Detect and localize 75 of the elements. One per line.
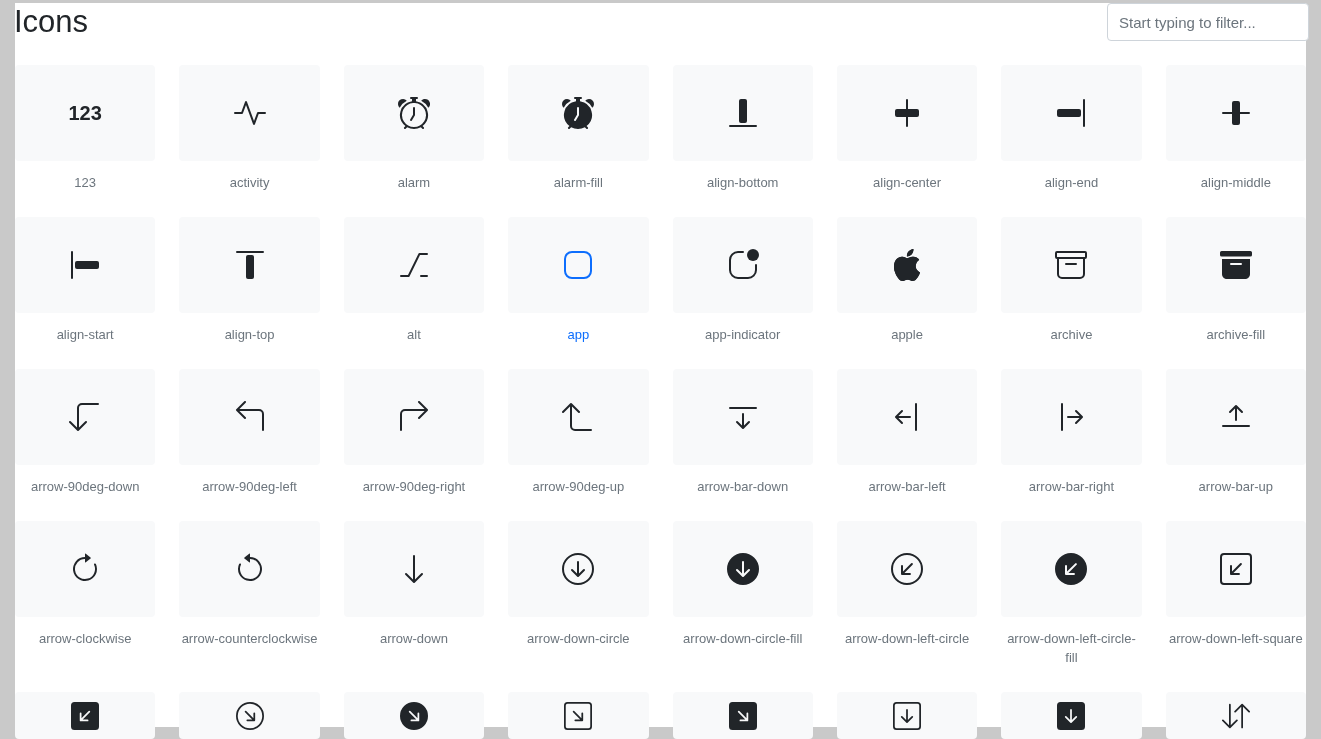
- icon-tile[interactable]: [836, 521, 978, 617]
- icon-label[interactable]: arrow-down: [379, 629, 448, 648]
- icon-tile[interactable]: [672, 217, 813, 313]
- icon-label[interactable]: archive-fill: [1206, 325, 1266, 344]
- icon-label[interactable]: arrow-down-circle-fill: [683, 629, 803, 648]
- icon-label[interactable]: activity: [229, 173, 270, 192]
- icon-tile[interactable]: [836, 65, 978, 161]
- icon-tile[interactable]: [15, 217, 156, 313]
- icon-tile[interactable]: [179, 521, 320, 617]
- icon-label[interactable]: align-end: [1044, 173, 1099, 192]
- icon-tile[interactable]: [343, 65, 485, 161]
- icon-label[interactable]: arrow-down-left-circle-fill: [1001, 629, 1142, 667]
- icon-tile[interactable]: [836, 692, 978, 739]
- icon-tile[interactable]: [1001, 692, 1142, 739]
- icon-tile[interactable]: [1001, 369, 1142, 465]
- icon-tile[interactable]: [508, 65, 649, 161]
- icon-tile[interactable]: [179, 217, 320, 313]
- icon-tile[interactable]: [1001, 65, 1142, 161]
- icon-tile[interactable]: [1165, 369, 1306, 465]
- icon-label[interactable]: arrow-bar-up: [1198, 477, 1273, 496]
- icon-label[interactable]: app: [567, 325, 590, 344]
- icon-label[interactable]: align-middle: [1200, 173, 1271, 192]
- icon-label[interactable]: align-bottom: [706, 173, 779, 192]
- icon-label[interactable]: align-top: [224, 325, 275, 344]
- icon-tile[interactable]: [15, 369, 156, 465]
- icon-label[interactable]: apple: [891, 325, 923, 344]
- icon-label[interactable]: arrow-90deg-up: [532, 477, 625, 496]
- icon-tile[interactable]: [179, 65, 320, 161]
- icon-tile[interactable]: [1001, 521, 1142, 617]
- icon-tile[interactable]: [1001, 217, 1142, 313]
- icon-tile[interactable]: [508, 369, 649, 465]
- icon-tile[interactable]: [343, 369, 485, 465]
- filter-field[interactable]: Start typing to filter...: [1107, 3, 1309, 41]
- icon-tile[interactable]: [672, 521, 813, 617]
- icon-label[interactable]: arrow-90deg-right: [362, 477, 466, 496]
- icon-label[interactable]: alarm: [397, 173, 431, 192]
- icon-tile[interactable]: [1165, 692, 1306, 739]
- icon-label[interactable]: alt: [407, 325, 421, 344]
- icon-tile[interactable]: [343, 692, 485, 739]
- icon-tile[interactable]: [15, 692, 156, 739]
- page-title: Icons: [14, 3, 89, 41]
- icon-tile[interactable]: [179, 369, 320, 465]
- icon-tile[interactable]: [1165, 521, 1306, 617]
- icon-tile[interactable]: [508, 692, 649, 739]
- icon-tile[interactable]: [836, 369, 978, 465]
- icon-label[interactable]: arrow-bar-right: [1028, 477, 1115, 496]
- icon-label[interactable]: arrow-90deg-down: [31, 477, 140, 496]
- icon-tile[interactable]: [672, 65, 813, 161]
- icon-tile[interactable]: [672, 369, 813, 465]
- icon-glyph: 123: [68, 103, 102, 123]
- icon-label[interactable]: arrow-counterclockwise: [181, 629, 318, 648]
- icon-label[interactable]: app-indicator: [705, 325, 781, 344]
- icon-tile[interactable]: [343, 217, 485, 313]
- icon-tile[interactable]: [836, 217, 978, 313]
- icon-tile[interactable]: [15, 521, 156, 617]
- icon-label[interactable]: arrow-down-circle: [527, 629, 630, 648]
- icon-label[interactable]: 123: [74, 173, 97, 192]
- icon-label[interactable]: archive: [1050, 325, 1093, 344]
- icon-tile[interactable]: 123: [15, 65, 156, 161]
- icon-label[interactable]: arrow-bar-left: [868, 477, 946, 496]
- icon-label[interactable]: arrow-down-left-circle: [844, 629, 970, 648]
- icon-label[interactable]: arrow-bar-down: [697, 477, 789, 496]
- icon-tile[interactable]: [1165, 65, 1306, 161]
- icon-label[interactable]: arrow-90deg-left: [202, 477, 297, 496]
- icon-tile[interactable]: [508, 521, 649, 617]
- icon-label[interactable]: arrow-down-left-square: [1168, 629, 1303, 648]
- icon-label[interactable]: align-start: [56, 325, 114, 344]
- icon-label[interactable]: arrow-clockwise: [38, 629, 132, 648]
- icon-tile[interactable]: [672, 692, 813, 739]
- icon-tile[interactable]: [343, 521, 485, 617]
- icon-label[interactable]: align-center: [873, 173, 942, 192]
- icon-tile[interactable]: [1165, 217, 1306, 313]
- icon-label[interactable]: alarm-fill: [553, 173, 603, 192]
- icon-tile[interactable]: [508, 217, 649, 313]
- icon-tile[interactable]: [179, 692, 320, 739]
